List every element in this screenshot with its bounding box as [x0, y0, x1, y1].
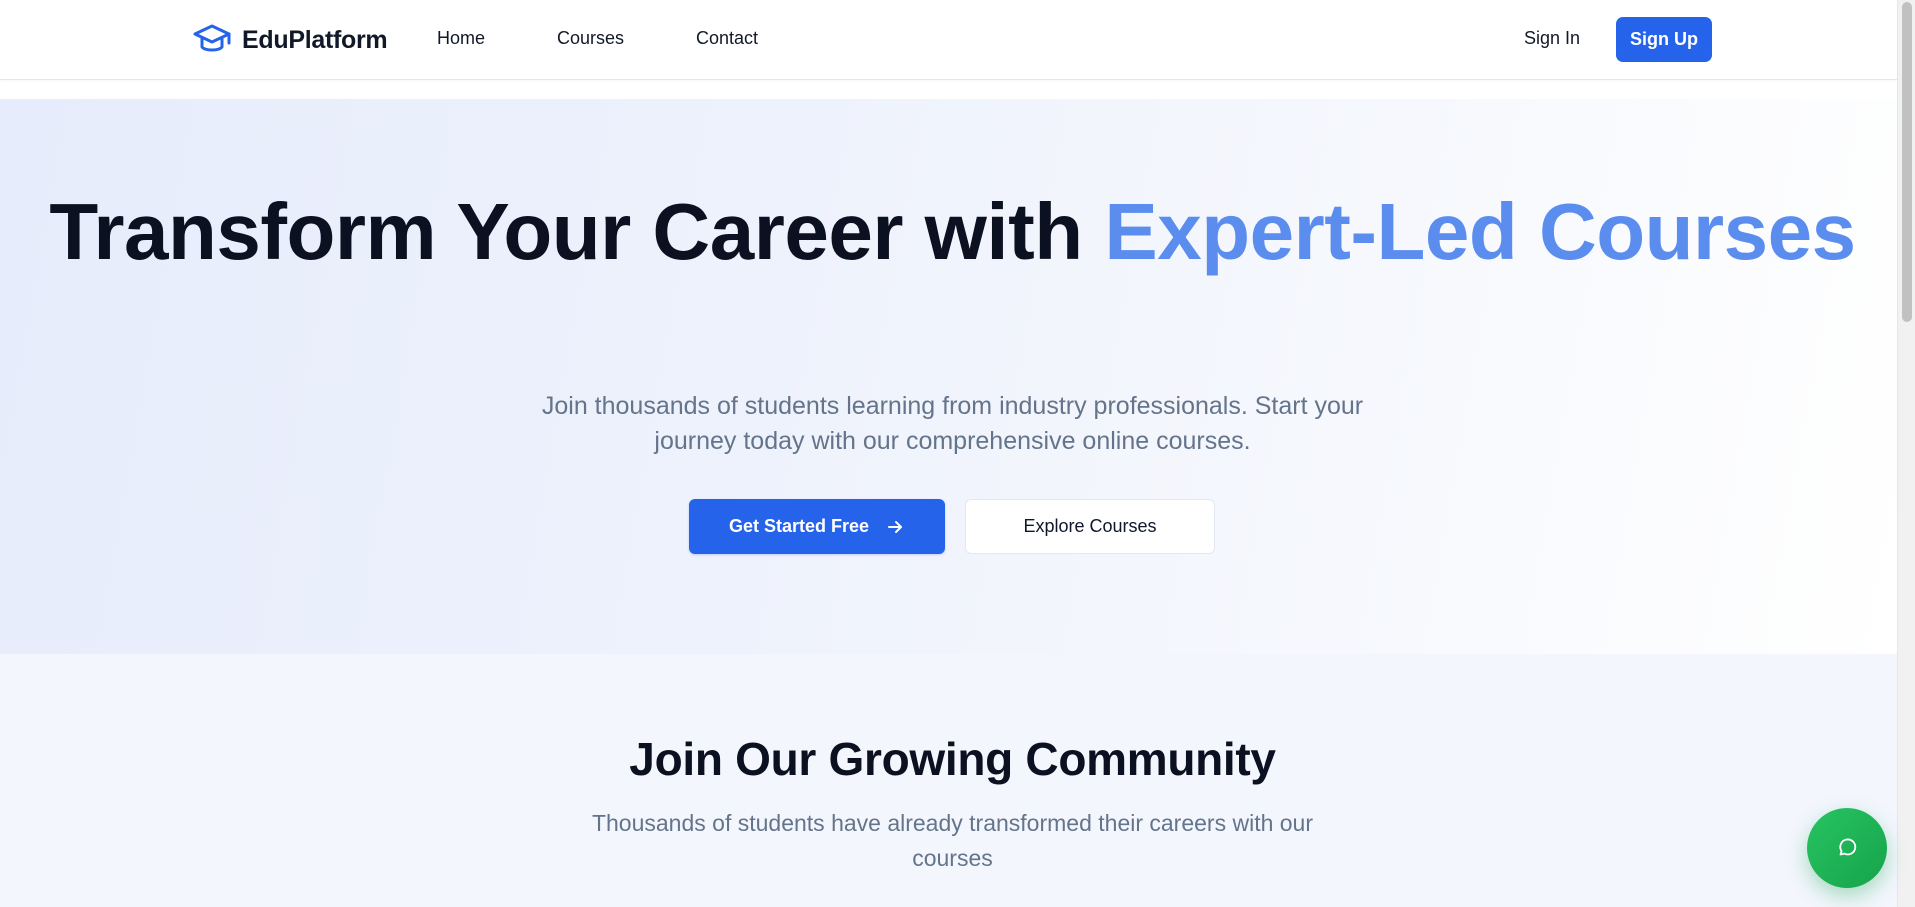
nav-contact[interactable]: Contact [696, 28, 758, 49]
nav-home[interactable]: Home [437, 28, 485, 49]
explore-courses-button[interactable]: Explore Courses [965, 499, 1215, 554]
hero-title-main: Transform Your Career with [49, 187, 1105, 276]
graduation-cap-icon [193, 24, 231, 52]
nav-courses[interactable]: Courses [557, 28, 624, 49]
message-circle-icon [1839, 838, 1857, 856]
page-scrollbar[interactable] [1897, 0, 1915, 907]
community-title: Join Our Growing Community [629, 733, 1276, 785]
hero-subtitle: Join thousands of students learning from… [541, 392, 1364, 455]
hero-title-accent: Expert-Led Courses [1104, 187, 1856, 276]
get-started-button[interactable]: Get Started Free [689, 499, 945, 554]
hero-section: Transform Your Career with Expert-Led Co… [0, 99, 1897, 654]
community-section: Join Our Growing Community Thousands of … [0, 654, 1897, 907]
hero-title: Transform Your Career with Expert-Led Co… [0, 192, 1905, 272]
scrollbar-thumb[interactable] [1902, 2, 1912, 322]
sign-up-button[interactable]: Sign Up [1616, 17, 1712, 62]
arrow-right-icon [888, 520, 903, 533]
chat-button[interactable] [1807, 808, 1887, 888]
sign-in-link[interactable]: Sign In [1524, 28, 1580, 49]
brand-logo-link[interactable]: EduPlatform [192, 22, 388, 58]
community-subtitle: Thousands of students have already trans… [591, 810, 1314, 871]
site-header: EduPlatform Home Courses Contact Sign In… [0, 0, 1897, 80]
get-started-label: Get Started Free [728, 516, 870, 536]
brand-name: EduPlatform [242, 25, 388, 54]
